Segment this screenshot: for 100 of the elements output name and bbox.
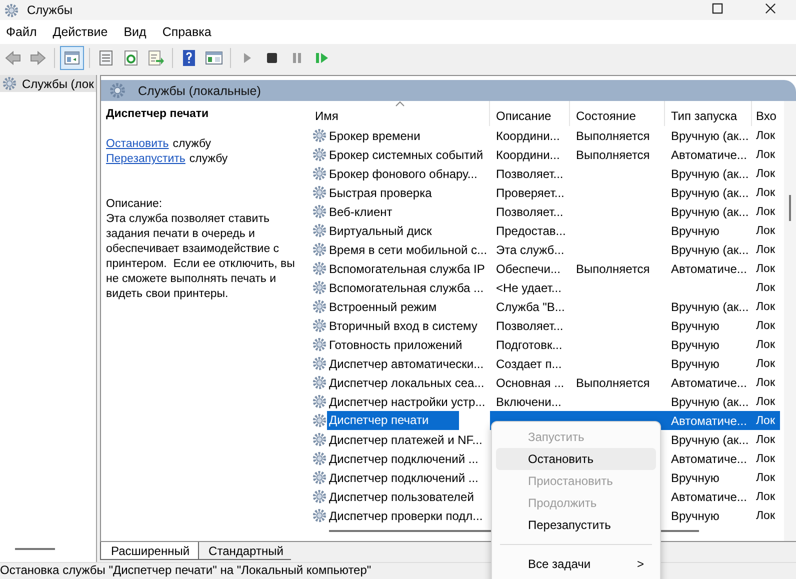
view-tab[interactable]: Стандартный	[198, 542, 292, 560]
service-name-cell[interactable]: Быстрая проверка	[329, 186, 432, 200]
service-name-cell[interactable]: Встроенный режим	[329, 300, 437, 314]
gear-icon	[312, 508, 327, 523]
gear-icon	[312, 261, 327, 276]
gear-icon	[312, 337, 327, 352]
column-header[interactable]: Тип запуска	[665, 101, 752, 126]
action-link[interactable]: Перезапустить	[106, 153, 186, 165]
service-name-cell[interactable]: Готовность приложений	[329, 338, 462, 352]
menu-item[interactable]: Все задачи >	[496, 553, 656, 575]
service-name-cell[interactable]: Веб-клиент	[329, 204, 392, 218]
service-name-cell[interactable]: Диспетчер подключений ...	[329, 452, 478, 466]
logon-cell: Лок	[756, 434, 775, 446]
logon-cell: Лок	[756, 452, 775, 464]
menu-item[interactable]: Остановить	[496, 448, 656, 470]
description-cell: Эта служб...	[496, 242, 564, 256]
service-name-cell[interactable]: Диспетчер печати	[327, 411, 459, 430]
description-cell: Предостав...	[496, 224, 566, 238]
scrollbar-thumb[interactable]	[15, 548, 55, 550]
startup-type-cell: Вручную	[671, 224, 720, 238]
startup-type-cell: Автоматиче...	[671, 148, 747, 162]
column-header[interactable]: Вхо	[752, 101, 780, 126]
service-name-cell[interactable]: Диспетчер платежей и NF...	[329, 432, 482, 446]
menu-item[interactable]: Справка	[156, 25, 220, 39]
status-cell: Выполняется	[576, 128, 650, 142]
service-name-cell[interactable]: Диспетчер локальных сеа...	[329, 376, 484, 390]
service-name-cell[interactable]: Диспетчер подключений ...	[329, 470, 478, 484]
description-cell: Включени...	[496, 394, 562, 408]
description-cell: Проверяет...	[496, 186, 564, 200]
description-cell: Создает п...	[496, 356, 562, 370]
column-header[interactable]: Состояние	[570, 101, 665, 126]
tree-item[interactable]: Службы (лок	[0, 75, 96, 92]
column-header[interactable]: Описание	[490, 101, 570, 126]
logon-cell: Лок	[756, 244, 775, 256]
window-title: Службы	[27, 3, 72, 17]
logon-cell: Лок	[756, 320, 775, 332]
action-link[interactable]: Остановить	[106, 138, 169, 150]
scrollbar-thumb[interactable]	[789, 195, 791, 221]
startup-type-cell: Вручную	[671, 356, 720, 370]
startup-type-cell: Вручную (ак...	[671, 300, 749, 314]
startup-type-cell: Вручную	[671, 318, 720, 332]
service-name-cell[interactable]: Вспомогательная служба IP	[329, 262, 485, 276]
menu-item[interactable]: Действие	[46, 25, 116, 39]
gear-icon	[312, 166, 327, 181]
description-cell: Позволяет...	[496, 204, 564, 218]
action-text: службу	[189, 153, 228, 165]
logon-cell: Лок	[756, 224, 775, 236]
logon-cell: Лок	[756, 472, 775, 484]
logon-cell: Лок	[756, 206, 775, 218]
logon-cell: Лок	[756, 186, 775, 198]
startup-type-cell: Вручную (ак...	[671, 394, 749, 408]
console-tree-button[interactable]	[60, 46, 84, 70]
gear-icon	[312, 242, 327, 257]
service-name-cell[interactable]: Брокер системных событий	[329, 148, 484, 162]
description-cell: Подготовк...	[496, 338, 562, 352]
logon-cell: Лок	[756, 396, 775, 408]
maximize-icon[interactable]	[712, 2, 723, 14]
startup-type-cell: Автоматиче...	[671, 376, 747, 390]
close-icon[interactable]	[765, 2, 776, 14]
service-name-cell[interactable]: Вторичный вход в систему	[329, 318, 478, 332]
gear-icon	[312, 451, 327, 466]
tree-item-label: Службы (лок	[22, 76, 94, 90]
service-name-cell[interactable]: Диспетчер пользователей	[329, 490, 474, 504]
service-name-cell[interactable]: Диспетчер настройки устр...	[329, 394, 486, 408]
startup-type-cell: Автоматиче...	[671, 452, 747, 466]
service-name-cell[interactable]: Диспетчер проверки подл...	[329, 508, 483, 522]
status-cell: Выполняется	[576, 376, 650, 390]
service-name-cell[interactable]: Виртуальный диск	[329, 224, 432, 238]
description-cell: Обеспечи...	[496, 262, 560, 276]
pane-title: Службы (локальные)	[138, 84, 261, 98]
logon-cell: Лок	[756, 130, 775, 142]
service-name-cell[interactable]: Брокер времени	[329, 128, 420, 142]
menu-item[interactable]: Перезапустить	[496, 514, 656, 536]
service-name-cell[interactable]: Вспомогательная служба ...	[329, 280, 484, 294]
console-tree-icon	[63, 49, 81, 67]
menu-item[interactable]: Файл	[0, 25, 45, 39]
startup-type-cell: Вручную (ак...	[671, 186, 749, 200]
logon-cell: Лок	[756, 376, 775, 388]
startup-type-cell: Автоматиче...	[671, 262, 747, 276]
service-name-cell[interactable]: Брокер фонового обнару...	[329, 166, 478, 180]
gear-icon	[312, 185, 327, 200]
service-name-cell[interactable]: Время в сети мобильной с...	[329, 242, 488, 256]
gear-icon	[312, 432, 327, 447]
startup-type-cell: Вручную (ак...	[671, 432, 749, 446]
logon-cell: Лок	[756, 300, 775, 312]
startup-type-cell: Вручную (ак...	[671, 166, 749, 180]
gear-icon	[2, 76, 17, 91]
gear-icon	[312, 223, 327, 238]
startup-type-cell: Вручную (ак...	[671, 128, 749, 142]
gear-icon	[4, 2, 19, 18]
menu-item[interactable]: Вид	[118, 25, 154, 39]
view-tab[interactable]: Расширенный	[100, 542, 198, 560]
service-name-cell[interactable]: Диспетчер автоматически...	[329, 356, 484, 370]
gear-icon	[312, 489, 327, 504]
column-header[interactable]: Имя	[309, 101, 490, 126]
description-cell: Позволяет...	[496, 166, 564, 180]
logon-cell: Лок	[756, 414, 775, 426]
description-cell: Основная ...	[496, 376, 564, 390]
gear-icon	[312, 204, 327, 219]
gear-icon	[312, 375, 327, 390]
